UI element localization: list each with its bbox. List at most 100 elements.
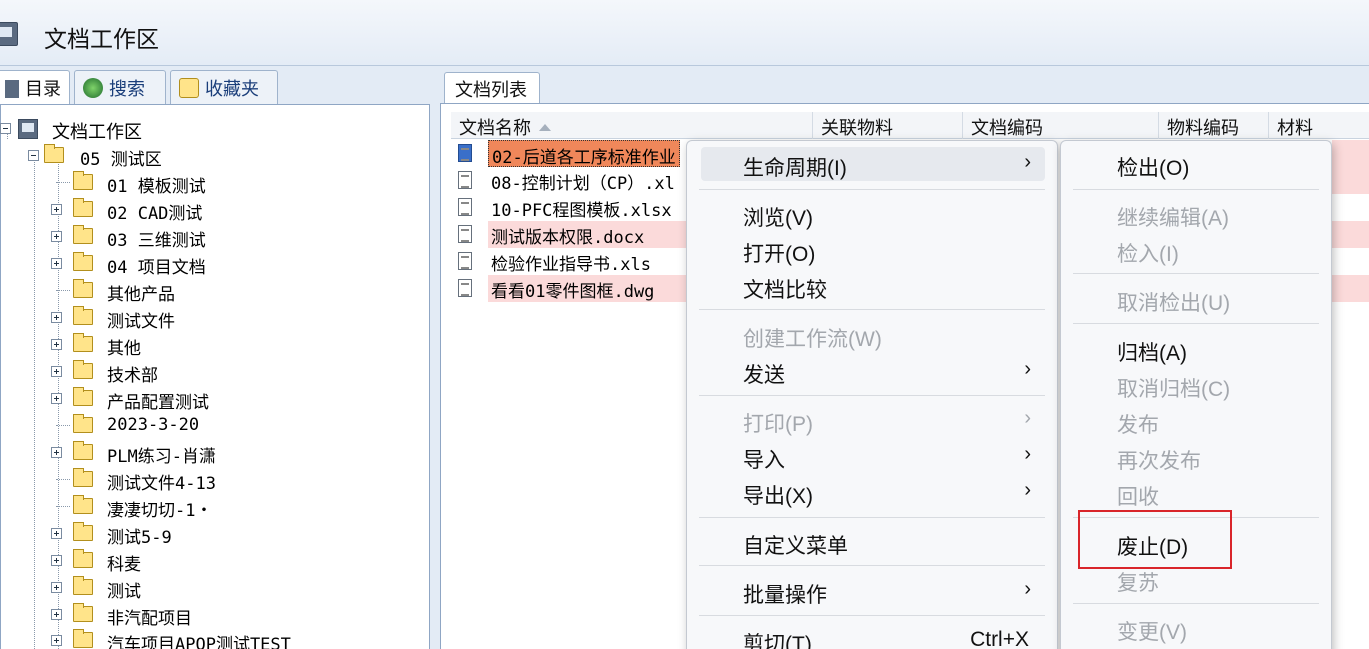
submenu-item-checkin[interactable]: 检入(I) <box>1075 233 1321 267</box>
expand-icon[interactable] <box>51 609 62 620</box>
menu-item-cut[interactable]: 剪切(T) Ctrl+X <box>701 623 1045 649</box>
expand-icon[interactable] <box>51 447 62 458</box>
menu-item-send[interactable]: 发送 › <box>701 354 1045 388</box>
tab-favorites[interactable]: 收藏夹 <box>170 70 278 104</box>
tab-catalog[interactable]: 目录 <box>0 70 70 104</box>
submenu-item-republish[interactable]: 再次发布 <box>1075 440 1321 474</box>
menu-separator <box>699 615 1045 616</box>
menu-item-label: 变更(V) <box>1117 621 1187 644</box>
column-header-doc-code[interactable]: 文档编码 <box>963 112 1159 139</box>
menu-item-label: 取消归档(C) <box>1117 378 1231 401</box>
tree-item[interactable]: PLM练习-肖潇 <box>51 440 421 467</box>
column-header-doc-name[interactable]: 文档名称 <box>451 112 813 139</box>
tree-item[interactable]: 凄凄切切-1・ <box>51 494 421 521</box>
tree-item[interactable]: 测试5-9 <box>51 521 421 548</box>
tree-item[interactable]: 01 模板测试 <box>51 170 421 197</box>
submenu-item-archive[interactable]: 归档(A) <box>1075 332 1321 366</box>
expand-icon[interactable] <box>51 366 62 377</box>
menu-separator <box>699 189 1045 190</box>
expand-icon[interactable] <box>51 555 62 566</box>
menu-item-label: 生命周期(I) <box>743 157 847 180</box>
workspace-icon <box>0 22 18 46</box>
tree-item[interactable]: 测试 <box>51 575 421 602</box>
expand-icon[interactable] <box>51 258 62 269</box>
menu-item-compare[interactable]: 文档比较 <box>701 269 1045 303</box>
tree-item[interactable]: 测试文件 <box>51 305 421 332</box>
menu-item-batch[interactable]: 批量操作 › <box>701 574 1045 608</box>
folder-icon <box>73 225 93 244</box>
expand-icon[interactable] <box>51 635 62 646</box>
expand-icon[interactable] <box>51 339 62 350</box>
expand-icon[interactable] <box>51 528 62 539</box>
menu-item-browse[interactable]: 浏览(V) <box>701 197 1045 231</box>
expand-icon[interactable] <box>51 393 62 404</box>
annotation-highlight-box <box>1078 510 1232 569</box>
menu-item-lifecycle[interactable]: 生命周期(I) › <box>701 147 1045 181</box>
menu-item-label: 打开(O) <box>743 243 816 266</box>
tree-line <box>56 479 70 480</box>
menu-item-label: 检入(I) <box>1117 243 1179 266</box>
tree-item[interactable]: 05 测试区 <box>28 143 428 170</box>
menu-item-export[interactable]: 导出(X) › <box>701 475 1045 509</box>
tree-item[interactable]: 技术部 <box>51 359 421 386</box>
collapse-icon[interactable] <box>0 123 11 134</box>
tree-item[interactable]: 其他产品 <box>51 278 421 305</box>
document-file-icon <box>458 198 472 216</box>
tree-root-label: 文档工作区 <box>52 122 142 142</box>
menu-item-print[interactable]: 打印(P) › <box>701 403 1045 437</box>
submenu-item-publish[interactable]: 发布 <box>1075 404 1321 438</box>
document-file-icon <box>458 171 472 189</box>
tree-item-label: 测试 <box>107 582 141 602</box>
tree-item[interactable]: 产品配置测试 <box>51 386 421 413</box>
tree-item[interactable]: 非汽配项目 <box>51 602 421 629</box>
tab-favorites-label: 收藏夹 <box>205 79 259 100</box>
expand-icon[interactable] <box>51 231 62 242</box>
tab-document-list[interactable]: 文档列表 <box>444 72 540 104</box>
tree-item-label: PLM练习-肖潇 <box>107 447 216 467</box>
folder-icon <box>44 144 64 163</box>
column-header-label: 文档名称 <box>459 118 531 139</box>
tree-root[interactable]: 文档工作区 <box>0 116 430 143</box>
tree-item[interactable]: 02 CAD测试 <box>51 197 421 224</box>
menu-item-label: 继续编辑(A) <box>1117 207 1229 230</box>
expand-icon[interactable] <box>51 312 62 323</box>
folder-icon <box>73 549 93 568</box>
submenu-item-continue-edit[interactable]: 继续编辑(A) <box>1075 197 1321 231</box>
tree-item[interactable]: 科麦 <box>51 548 421 575</box>
tree-line <box>56 506 70 507</box>
folder-icon <box>73 387 93 406</box>
submenu-item-change[interactable]: 变更(V) <box>1075 611 1321 645</box>
search-icon <box>83 78 103 98</box>
menu-item-create-workflow[interactable]: 创建工作流(W) <box>701 318 1045 352</box>
tree-item[interactable]: 04 项目文档 <box>51 251 421 278</box>
tab-search[interactable]: 搜索 <box>74 70 166 104</box>
column-header-related-material[interactable]: 关联物料 <box>813 112 963 139</box>
column-header-material[interactable]: 材料 <box>1269 112 1369 139</box>
menu-item-import[interactable]: 导入 › <box>701 439 1045 473</box>
folder-icon <box>73 576 93 595</box>
tab-catalog-label: 目录 <box>25 79 61 100</box>
menu-separator <box>1073 323 1319 324</box>
submenu-item-cancel-archive[interactable]: 取消归档(C) <box>1075 368 1321 402</box>
menu-item-label: 导入 <box>743 449 785 472</box>
menu-item-open[interactable]: 打开(O) <box>701 233 1045 267</box>
tree-item[interactable]: 其他 <box>51 332 421 359</box>
tab-search-label: 搜索 <box>109 79 145 100</box>
menu-item-custom-menu[interactable]: 自定义菜单 <box>701 525 1045 559</box>
column-header-material-code[interactable]: 物料编码 <box>1159 112 1269 139</box>
folder-icon <box>73 414 93 433</box>
window-title: 文档工作区 <box>44 27 159 53</box>
collapse-icon[interactable] <box>28 150 39 161</box>
submenu-item-recycle[interactable]: 回收 <box>1075 476 1321 510</box>
expand-icon[interactable] <box>51 204 62 215</box>
submenu-item-checkout[interactable]: 检出(O) <box>1075 147 1321 181</box>
left-tab-strip: 目录 搜索 收藏夹 <box>0 70 440 104</box>
tree-item[interactable]: 2023-3-20 <box>51 413 421 440</box>
expand-icon[interactable] <box>51 582 62 593</box>
tree-item-label: 其他 <box>107 339 141 359</box>
tree-item[interactable]: 03 三维测试 <box>51 224 421 251</box>
tree-item[interactable]: 汽车项目APQP测试TEST <box>51 628 421 649</box>
document-name: 08-控制计划（CP）.xl <box>491 174 675 194</box>
tree-item[interactable]: 测试文件4-13 <box>51 467 421 494</box>
submenu-item-cancel-checkout[interactable]: 取消检出(U) <box>1075 282 1321 316</box>
